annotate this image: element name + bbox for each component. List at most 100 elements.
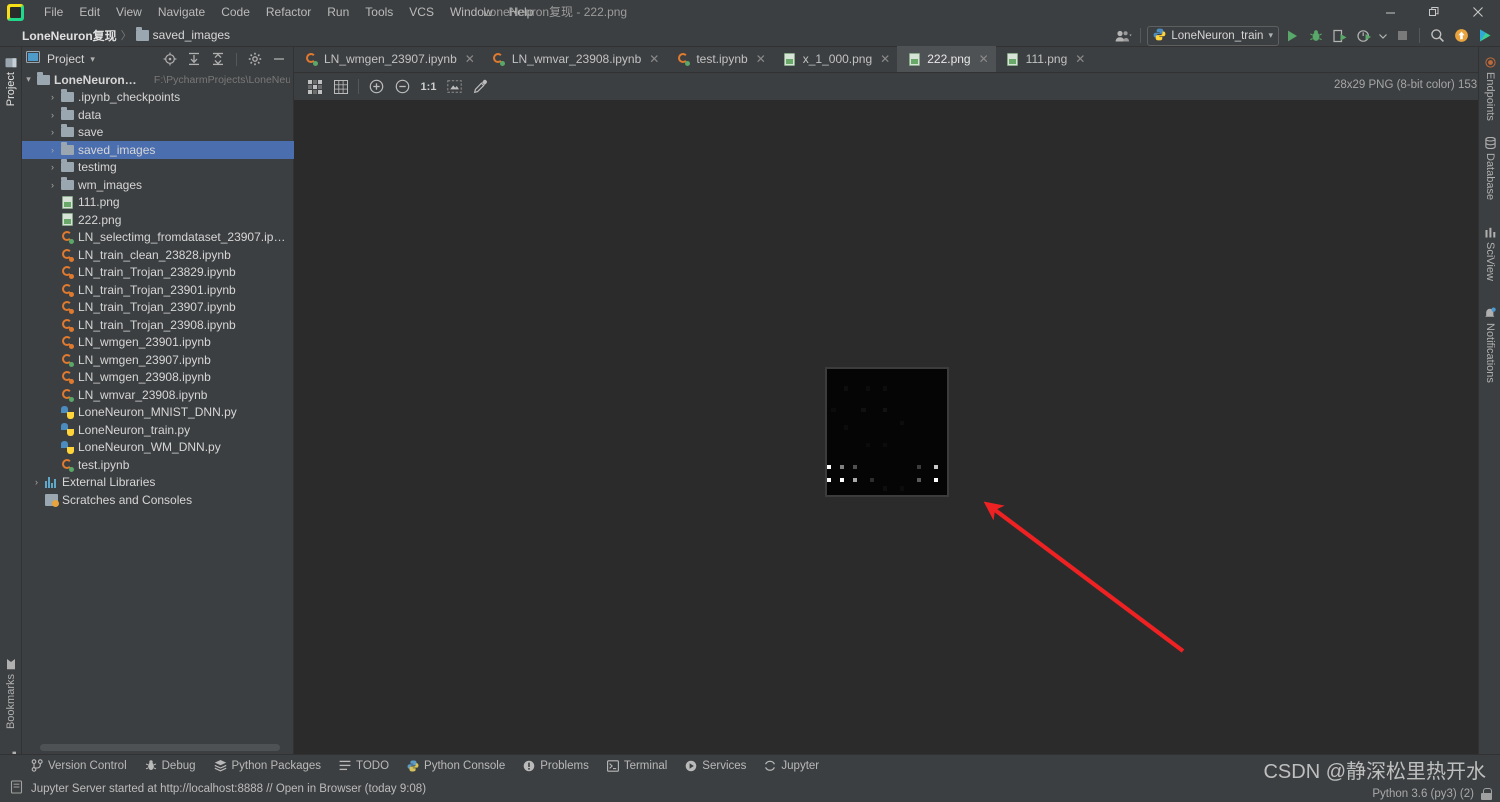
editor-tab-test-ipynb[interactable]: test.ipynb ✕ <box>666 46 772 72</box>
menu-item-tools[interactable]: Tools <box>357 2 401 22</box>
status-message[interactable]: Jupyter Server started at http://localho… <box>31 783 426 795</box>
minimize-button[interactable] <box>1368 0 1412 24</box>
tree-row-data[interactable]: › data <box>22 106 294 124</box>
menu-item-view[interactable]: View <box>108 2 150 22</box>
tree-row-ln-wmgen-23907-ipynb[interactable]: LN_wmgen_23907.ipynb <box>22 351 294 369</box>
menu-item-edit[interactable]: Edit <box>71 2 108 22</box>
maximize-button[interactable] <box>1412 0 1456 24</box>
sidebar-item-endpoints[interactable]: Endpoints <box>1479 53 1500 125</box>
editor-tab-x-1-000-png[interactable]: x_1_000.png ✕ <box>773 46 897 72</box>
breadcrumb-folder[interactable]: saved_images <box>135 26 230 42</box>
close-tab-icon[interactable]: ✕ <box>649 52 659 66</box>
bottom-bar-todo[interactable]: TODO <box>330 758 398 774</box>
close-tab-icon[interactable]: ✕ <box>979 52 989 66</box>
bottom-bar-problems[interactable]: Problems <box>514 758 598 774</box>
chevron-right-icon[interactable]: › <box>46 162 59 172</box>
tree-row-ln-train-trojan-23901-ipynb[interactable]: LN_train_Trojan_23901.ipynb <box>22 281 294 299</box>
chevron-down-icon[interactable]: ▾ <box>22 74 35 85</box>
tree-row-ln-wmgen-23908-ipynb[interactable]: LN_wmgen_23908.ipynb <box>22 369 294 387</box>
chevron-right-icon[interactable]: › <box>46 92 59 102</box>
breadcrumb-project[interactable]: LoneNeuron复现 <box>22 27 117 44</box>
hide-panel-icon[interactable] <box>269 49 289 69</box>
tree-row-scratches-and-consoles[interactable]: Scratches and Consoles <box>22 491 294 509</box>
color-picker-icon[interactable] <box>468 76 493 98</box>
editor-tab-222-png[interactable]: 222.png ✕ <box>897 46 996 72</box>
tree-row-root[interactable]: ▾ LoneNeuron复现 F:\PycharmProjects\LoneNe… <box>22 71 294 89</box>
bottom-bar-jupyter[interactable]: Jupyter <box>755 758 828 774</box>
tree-row--ipynb-checkpoints[interactable]: › .ipynb_checkpoints <box>22 89 294 107</box>
tree-row-ln-train-clean-23828-ipynb[interactable]: LN_train_clean_23828.ipynb <box>22 246 294 264</box>
close-tab-icon[interactable]: ✕ <box>756 52 766 66</box>
collapse-all-icon[interactable] <box>208 49 228 69</box>
ai-assistant-icon[interactable] <box>1474 26 1496 46</box>
grid-icon[interactable] <box>328 76 353 98</box>
menu-item-run[interactable]: Run <box>319 2 357 22</box>
sidebar-item-sciview[interactable]: SciView <box>1479 223 1500 285</box>
profile-dropdown-icon[interactable] <box>1377 26 1389 46</box>
sidebar-item-notifications[interactable]: Notifications <box>1479 303 1500 387</box>
tree-row-loneneuron-mnist-dnn-py[interactable]: LoneNeuron_MNIST_DNN.py <box>22 404 294 422</box>
chevron-right-icon[interactable]: › <box>46 127 59 137</box>
project-panel-caret-icon[interactable]: ▾ <box>90 54 95 65</box>
bottom-bar-python-console[interactable]: Python Console <box>398 758 514 774</box>
menu-item-refactor[interactable]: Refactor <box>258 2 319 22</box>
lock-icon[interactable] <box>1481 788 1492 800</box>
tree-row-ln-train-trojan-23908-ipynb[interactable]: LN_train_Trojan_23908.ipynb <box>22 316 294 334</box>
editor-tab-111-png[interactable]: 111.png ✕ <box>996 46 1093 72</box>
chevron-right-icon[interactable]: › <box>46 145 59 155</box>
user-account-icon[interactable] <box>1112 26 1134 46</box>
tree-row-loneneuron-train-py[interactable]: LoneNeuron_train.py <box>22 421 294 439</box>
project-file-tree[interactable]: ▾ LoneNeuron复现 F:\PycharmProjects\LoneNe… <box>22 71 294 753</box>
run-configuration-selector[interactable]: LoneNeuron_train ▾ <box>1147 25 1279 46</box>
tree-row-ln-train-trojan-23907-ipynb[interactable]: LN_train_Trojan_23907.ipynb <box>22 299 294 317</box>
run-button[interactable] <box>1281 26 1303 46</box>
tree-row-111-png[interactable]: 111.png <box>22 194 294 212</box>
profile-button[interactable] <box>1353 26 1375 46</box>
close-tab-icon[interactable]: ✕ <box>1075 52 1085 66</box>
chevron-right-icon[interactable]: › <box>46 110 59 120</box>
tree-row-save[interactable]: › save <box>22 124 294 142</box>
editor-tab-ln-wmvar-23908-ipynb[interactable]: LN_wmvar_23908.ipynb ✕ <box>482 46 666 72</box>
tree-row-ln-train-trojan-23829-ipynb[interactable]: LN_train_Trojan_23829.ipynb <box>22 264 294 282</box>
fit-to-window-icon[interactable] <box>442 76 467 98</box>
tree-row-testimg[interactable]: › testimg <box>22 159 294 177</box>
interpreter-label[interactable]: Python 3.6 (py3) (2) <box>1372 788 1474 800</box>
actual-size-button[interactable]: 1:1 <box>416 76 441 98</box>
status-event-log-icon[interactable] <box>10 779 23 799</box>
tree-row-test-ipynb[interactable]: test.ipynb <box>22 456 294 474</box>
bottom-bar-debug[interactable]: Debug <box>136 757 205 774</box>
tree-row-loneneuron-wm-dnn-py[interactable]: LoneNeuron_WM_DNN.py <box>22 439 294 457</box>
close-tab-icon[interactable]: ✕ <box>880 52 890 66</box>
menu-item-navigate[interactable]: Navigate <box>150 2 213 22</box>
image-viewer-canvas[interactable] <box>294 100 1478 767</box>
menu-item-file[interactable]: File <box>36 2 71 22</box>
search-everywhere-icon[interactable] <box>1426 26 1448 46</box>
bottom-bar-version-control[interactable]: Version Control <box>22 757 136 774</box>
bottom-bar-python-packages[interactable]: Python Packages <box>205 757 331 774</box>
tree-row-ln-selectimg-fromdataset-23907-ipynb[interactable]: LN_selectimg_fromdataset_23907.ipynb <box>22 229 294 247</box>
updates-icon[interactable] <box>1450 26 1472 46</box>
close-tab-icon[interactable]: ✕ <box>465 52 475 66</box>
zoom-out-icon[interactable] <box>390 76 415 98</box>
bottom-bar-services[interactable]: Services <box>676 758 755 774</box>
transparency-chessboard-icon[interactable] <box>302 76 327 98</box>
editor-tab-ln-wmgen-23907-ipynb[interactable]: LN_wmgen_23907.ipynb ✕ <box>294 46 482 72</box>
tree-row-222-png[interactable]: 222.png <box>22 211 294 229</box>
expand-all-icon[interactable] <box>184 49 204 69</box>
tree-row-ln-wmvar-23908-ipynb[interactable]: LN_wmvar_23908.ipynb <box>22 386 294 404</box>
gear-icon[interactable] <box>245 49 265 69</box>
menu-item-vcs[interactable]: VCS <box>401 2 442 22</box>
close-button[interactable] <box>1456 0 1500 24</box>
run-with-coverage-button[interactable] <box>1329 26 1351 46</box>
sidebar-item-database[interactable]: Database <box>1479 133 1500 204</box>
select-opened-file-icon[interactable] <box>160 49 180 69</box>
chevron-right-icon[interactable]: › <box>30 477 43 487</box>
chevron-right-icon[interactable]: › <box>46 180 59 190</box>
tree-row-wm-images[interactable]: › wm_images <box>22 176 294 194</box>
menu-item-code[interactable]: Code <box>213 2 258 22</box>
tree-row-external-libraries[interactable]: › External Libraries <box>22 474 294 492</box>
sidebar-item-bookmarks[interactable]: Bookmarks <box>0 654 22 733</box>
sidebar-item-project[interactable]: Project <box>0 53 22 110</box>
tree-row-ln-wmgen-23901-ipynb[interactable]: LN_wmgen_23901.ipynb <box>22 334 294 352</box>
zoom-in-icon[interactable] <box>364 76 389 98</box>
